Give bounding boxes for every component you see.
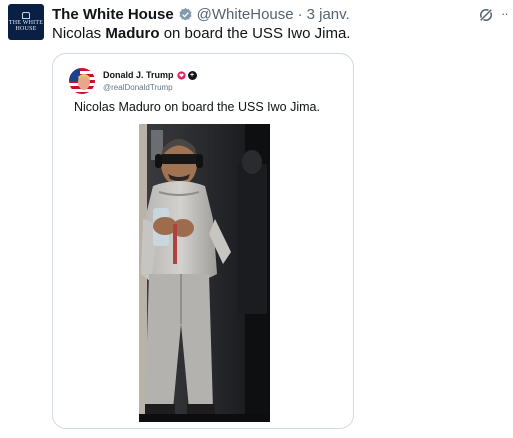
embed-author-handle[interactable]: @realDonaldTrump xyxy=(103,83,173,92)
white-house-avatar[interactable]: THE WHITE HOUSE xyxy=(8,4,44,40)
embed-post-text: Nicolas Maduro on board the USS Iwo Jima… xyxy=(74,100,320,114)
avatar-text: THE WHITE HOUSE xyxy=(8,20,44,32)
heart-badge-icon xyxy=(176,70,186,80)
tweet-text-after: on board the USS Iwo Jima. xyxy=(159,25,351,42)
author-name[interactable]: The White House xyxy=(52,6,174,23)
author-handle[interactable]: @WhiteHouse xyxy=(197,6,294,23)
tweet-text-bold: Maduro xyxy=(105,25,160,42)
timestamp[interactable]: 3 janv. xyxy=(307,6,350,23)
tweet-text-before: Nicolas xyxy=(52,25,106,42)
separator-dot: · xyxy=(297,5,303,23)
trump-avatar xyxy=(69,68,95,94)
more-options-icon[interactable]: ·· xyxy=(501,7,509,20)
tweet-header: The White House @WhiteHouse · 3 janv. xyxy=(52,4,350,24)
embed-author-row: Donald J. Trump + xyxy=(103,70,197,80)
verified-badge-icon xyxy=(179,7,192,20)
detainee-photo[interactable] xyxy=(139,124,270,422)
tweet-text: Nicolas Maduro on board the USS Iwo Jima… xyxy=(52,24,350,44)
grok-icon[interactable] xyxy=(477,6,495,24)
embedded-post-card[interactable]: Donald J. Trump + @realDonaldTrump Nicol… xyxy=(52,53,354,429)
white-house-emblem-icon xyxy=(22,12,30,19)
embed-author-name[interactable]: Donald J. Trump xyxy=(103,70,174,80)
plus-badge-icon: + xyxy=(187,70,197,80)
